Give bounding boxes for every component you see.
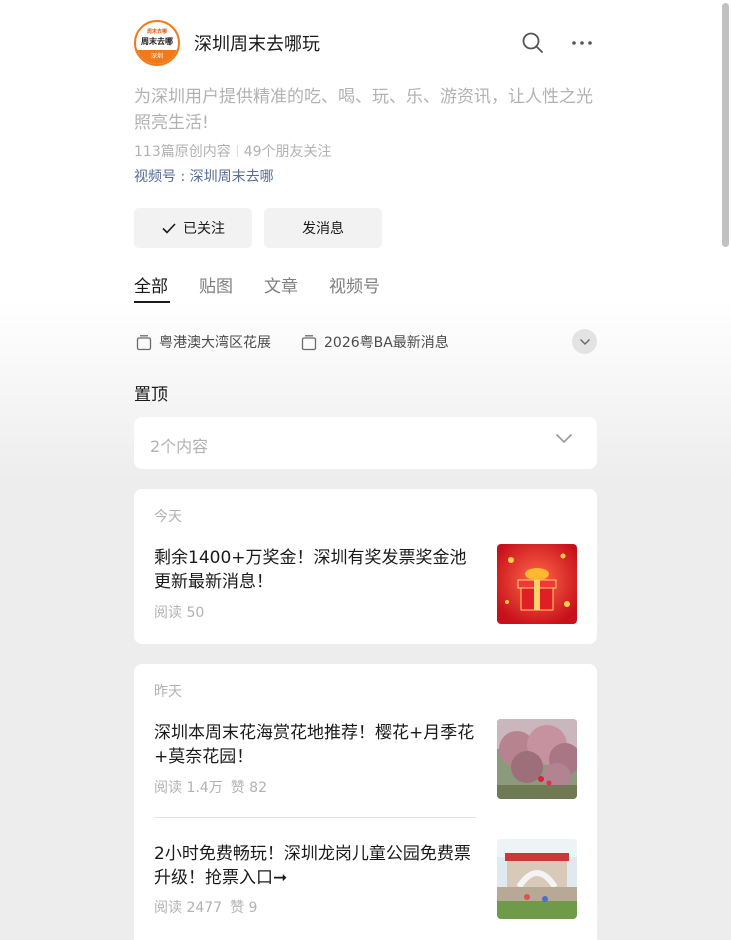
avatar-title: 周末去哪 (141, 37, 173, 46)
article-meta: 阅读 50 (154, 602, 204, 622)
message-label: 发消息 (302, 221, 344, 237)
pinned-content-dropdown[interactable]: 2个内容 (134, 417, 597, 469)
article-title[interactable]: 深圳本周末花海赏花地推荐！樱花+月季花+莫奈花园！ (154, 721, 476, 769)
page-scrollbar[interactable] (722, 3, 729, 247)
checkmark-icon (162, 223, 176, 234)
collection-item[interactable]: 2026粤BA最新消息 (301, 332, 449, 352)
red-gift-box-image[interactable] (497, 544, 577, 624)
collection-icon (136, 334, 152, 350)
feed-day-card: 今天 剩余1400+万奖金！深圳有奖发票奖金池更新最新消息！ 阅读 50 (134, 489, 597, 644)
search-icon[interactable] (520, 30, 546, 56)
avatar-tagline: 周末去哪 (146, 29, 167, 35)
send-message-button[interactable]: 发消息 (264, 208, 382, 248)
day-label: 今天 (154, 509, 182, 525)
like-count: 赞 82 (230, 780, 267, 796)
account-description: 为深圳用户提供精准的吃、喝、玩、乐、游资讯，让人性之光照亮生活! (134, 87, 593, 133)
channel-link[interactable]: 视频号 : 深圳周末去哪 (134, 166, 274, 186)
pinned-count: 2个内容 (150, 437, 209, 456)
collection-icon (301, 334, 317, 350)
followed-label: 已关注 (183, 221, 225, 237)
article-title[interactable]: 剩余1400+万奖金！深圳有奖发票奖金池更新最新消息！ (154, 546, 476, 594)
chevron-down-icon (555, 433, 573, 444)
followed-button[interactable]: 已关注 (134, 208, 252, 248)
friends-following[interactable]: 49个朋友关注 (244, 144, 332, 160)
pinned-section-title: 置顶 (134, 385, 168, 405)
children-park-image[interactable] (497, 839, 577, 919)
original-count: 113篇原创内容 (134, 144, 231, 160)
avatar-city: 深圳 (136, 50, 178, 64)
avatar[interactable]: 周末去哪 周末去哪 深圳 (134, 20, 180, 66)
tab-articles[interactable]: 文章 (264, 272, 298, 297)
collection-item[interactable]: 粤港澳大湾区花展 (136, 332, 271, 352)
article-meta: 阅读 2477 赞 9 (154, 897, 257, 917)
active-tab-indicator (134, 301, 170, 303)
cherry-blossom-image[interactable] (497, 719, 577, 799)
expand-collections-button[interactable] (572, 329, 597, 354)
collection-label: 粤港澳大湾区花展 (159, 335, 271, 351)
more-icon[interactable] (569, 30, 595, 56)
collection-label: 2026粤BA最新消息 (324, 335, 449, 351)
profile-header: 周末去哪 周末去哪 深圳 深圳周末去哪玩 (134, 20, 597, 66)
feed-day-card: 昨天 深圳本周末花海赏花地推荐！樱花+月季花+莫奈花园！ 阅读 1.4万赞 82… (134, 664, 597, 940)
read-count: 阅读 50 (154, 605, 205, 621)
article-divider (154, 817, 476, 818)
read-count: 阅读 1.4万 (154, 780, 223, 796)
tab-all[interactable]: 全部 (134, 272, 168, 297)
article-title[interactable]: 2小时免费畅玩！深圳龙岗儿童公园免费票升级！抢票入口➞ (154, 842, 476, 890)
like-count: 赞 9 (230, 900, 258, 916)
day-label: 昨天 (154, 684, 182, 700)
account-name: 深圳周末去哪玩 (194, 34, 320, 55)
account-stats: 113篇原创内容 49个朋友关注 (134, 141, 332, 161)
chevron-down-icon (579, 338, 590, 345)
article-meta: 阅读 1.4万赞 82 (154, 777, 267, 797)
tab-channels[interactable]: 视频号 (329, 272, 380, 297)
read-count: 阅读 2477 (154, 900, 223, 916)
tab-image-posts[interactable]: 贴图 (199, 272, 233, 297)
stats-divider (236, 145, 238, 157)
